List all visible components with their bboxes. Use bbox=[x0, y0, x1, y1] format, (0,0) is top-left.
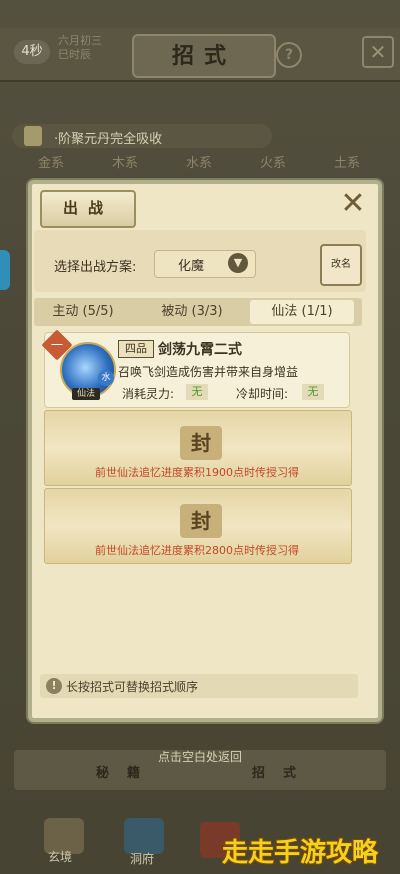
tab-metal[interactable]: 金系 bbox=[38, 152, 64, 171]
side-orb-icon[interactable] bbox=[0, 250, 10, 290]
manuals-button[interactable]: 秘籍 bbox=[96, 762, 158, 781]
info-icon: ! bbox=[46, 678, 62, 694]
cooldown-value: 无 bbox=[302, 384, 324, 400]
date-line-1: 六月初三 bbox=[58, 34, 102, 47]
nav-realm-label: 玄境 bbox=[48, 850, 73, 864]
locked-slot-text: 前世仙法追忆进度累积1900点时传授习得 bbox=[95, 466, 299, 479]
timer-badge: 4秒 bbox=[14, 40, 50, 64]
slot-number: 一 bbox=[50, 337, 64, 352]
skill-description: 召唤飞剑造成伤害并带来自身增益 bbox=[118, 365, 299, 379]
cost-value: 无 bbox=[186, 384, 208, 400]
date-line-2: 巳时辰 bbox=[58, 48, 91, 61]
help-icon[interactable]: ? bbox=[276, 42, 302, 68]
hint-text: 长按招式可替换招式顺序 bbox=[66, 680, 199, 694]
scheme-value: 化魔 bbox=[178, 259, 205, 274]
game-date: 六月初三 巳时辰 bbox=[58, 34, 128, 62]
scheme-label: 选择出战方案: bbox=[54, 260, 137, 275]
rename-button[interactable]: 改名 bbox=[320, 244, 362, 286]
panel-close-icon[interactable]: ✕ bbox=[338, 189, 368, 220]
cooldown-label: 冷却时间: bbox=[236, 387, 289, 401]
skill-name: 剑荡九霄二式 bbox=[158, 342, 242, 358]
element-tag: 水 bbox=[98, 370, 114, 386]
skills-button[interactable]: 招式 bbox=[252, 762, 314, 781]
tab-earth[interactable]: 土系 bbox=[334, 152, 360, 171]
seal-icon: 封 bbox=[180, 426, 222, 460]
nav-cave-label: 洞府 bbox=[130, 852, 155, 866]
panel-title: 出战 bbox=[40, 190, 136, 228]
cost-label: 消耗灵力: bbox=[122, 387, 175, 401]
notice-text: ·阶聚元丹完全吸收 bbox=[54, 132, 163, 147]
tab-immortal-arts[interactable]: 仙法 (1/1) bbox=[250, 300, 354, 324]
tab-active-skills[interactable]: 主动 (5/5) bbox=[42, 300, 124, 324]
tab-wood[interactable]: 木系 bbox=[112, 152, 138, 171]
watermark: 走走手游攻略 bbox=[222, 838, 379, 868]
locked-slot-text: 前世仙法追忆进度累积2800点时传授习得 bbox=[95, 544, 299, 557]
type-tag: 仙法 bbox=[72, 388, 100, 400]
grade-badge: 四品 bbox=[118, 340, 154, 358]
tab-fire[interactable]: 火系 bbox=[260, 152, 286, 171]
cave-icon[interactable] bbox=[124, 818, 164, 854]
close-icon[interactable]: ✕ bbox=[362, 36, 394, 68]
tab-passive-skills[interactable]: 被动 (3/3) bbox=[146, 300, 238, 324]
seal-icon: 封 bbox=[180, 504, 222, 538]
return-hint: 点击空白处返回 bbox=[157, 750, 242, 764]
tab-water[interactable]: 水系 bbox=[186, 152, 212, 171]
element-tabs: 金系 木系 水系 火系 土系 bbox=[20, 152, 380, 176]
chevron-down-icon[interactable]: ▼ bbox=[228, 253, 248, 273]
page-title: 招式 bbox=[132, 34, 276, 78]
lock-icon bbox=[24, 126, 42, 146]
